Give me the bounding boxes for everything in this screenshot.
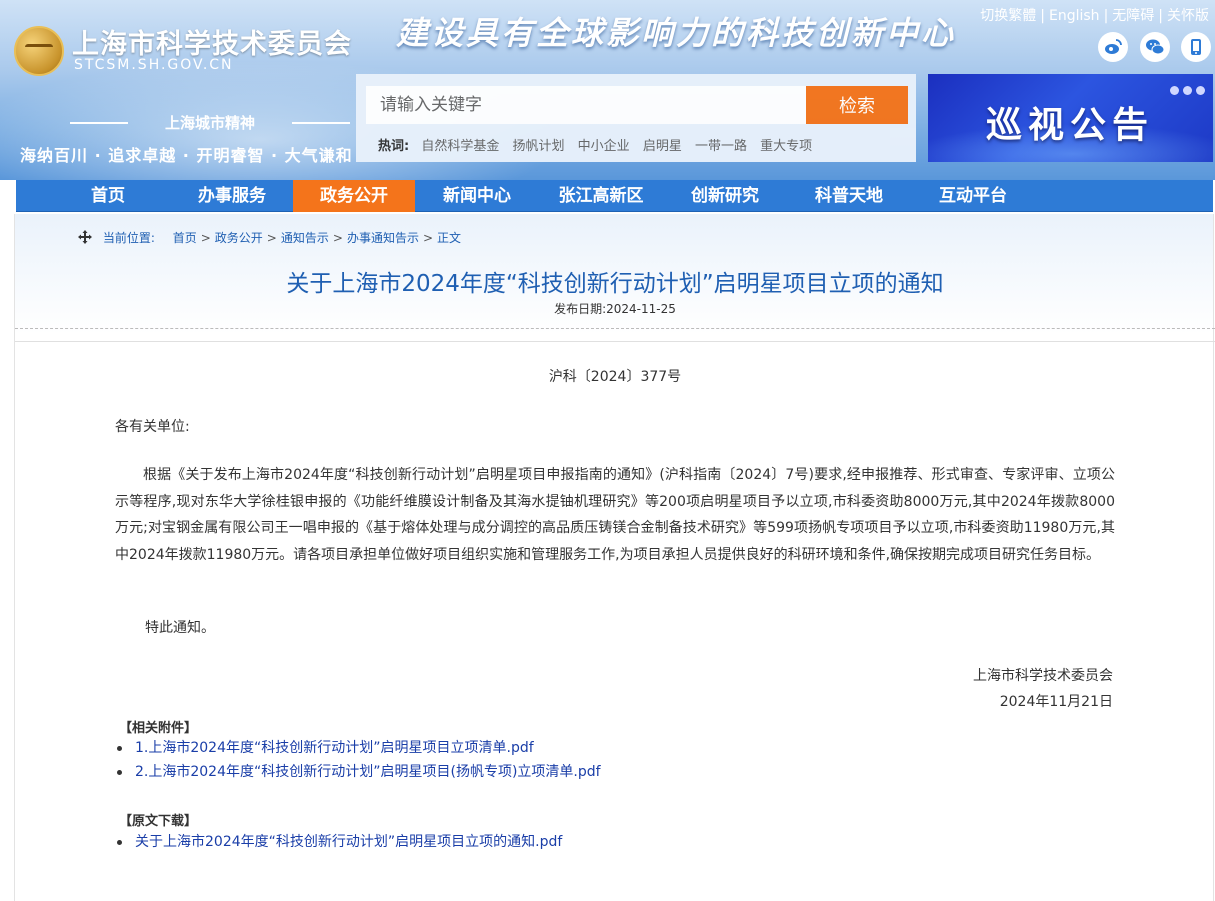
closing-remark: 特此通知。 bbox=[145, 620, 215, 636]
site-header: 上海市科学技术委员会 STCSM.SH.GOV.CN 建设具有全球影响力的科技创… bbox=[0, 0, 1215, 180]
weibo-icon[interactable] bbox=[1098, 32, 1128, 62]
signature-date: 2024年11月21日 bbox=[999, 694, 1113, 710]
attachment-link[interactable]: 2.上海市2024年度“科技创新行动计划”启明星项目(扬帆专项)立项清单.pdf bbox=[135, 764, 601, 780]
hot-words: 热词: 自然科学基金 扬帆计划 中小企业 启明星 一带一路 重大专项 bbox=[378, 135, 821, 154]
wechat-icon[interactable] bbox=[1140, 32, 1170, 62]
hot-word-item[interactable]: 重大专项 bbox=[760, 139, 812, 154]
nav-zhangjiang[interactable]: 张江高新区 bbox=[539, 180, 663, 212]
mobile-icon[interactable] bbox=[1181, 32, 1211, 62]
attachment-link[interactable]: 1.上海市2024年度“科技创新行动计划”启明星项目立项清单.pdf bbox=[135, 740, 534, 756]
breadcrumb-label: 当前位置: bbox=[102, 231, 155, 245]
signature-organization: 上海市科学技术委员会 bbox=[973, 668, 1113, 684]
document-number: 沪科〔2024〕377号 bbox=[548, 369, 682, 385]
link-english[interactable]: English bbox=[1049, 8, 1100, 24]
hot-word-item[interactable]: 中小企业 bbox=[578, 139, 630, 154]
city-spirit-text: 海纳百川 · 追求卓越 · 开明睿智 · 大气谦和 bbox=[20, 146, 353, 165]
site-domain: STCSM.SH.GOV.CN bbox=[74, 57, 234, 73]
banner-carousel-dots[interactable] bbox=[1166, 80, 1205, 99]
breadcrumb: 当前位置: 首页 > 政务公开 > 通知告示 > 办事通知告示 > 正文 bbox=[77, 229, 461, 248]
nav-science-popularization[interactable]: 科普天地 bbox=[787, 180, 911, 212]
link-accessibility[interactable]: 无障碍 bbox=[1112, 8, 1154, 24]
breadcrumb-current[interactable]: 正文 bbox=[437, 231, 461, 245]
banner-text: 巡视公告 bbox=[986, 105, 1155, 146]
breadcrumb-notices[interactable]: 通知告示 bbox=[281, 231, 329, 245]
hot-word-item[interactable]: 一带一路 bbox=[695, 139, 747, 154]
header-slogan: 建设具有全球影响力的科技创新中心 bbox=[396, 14, 957, 52]
city-spirit-title: 上海城市精神 bbox=[70, 112, 350, 133]
article-title: 关于上海市2024年度“科技创新行动计划”启明星项目立项的通知 bbox=[286, 271, 944, 297]
site-name[interactable]: 上海市科学技术委员会 bbox=[72, 22, 352, 61]
logo-emblem-icon[interactable] bbox=[14, 26, 64, 76]
publish-date: 发布日期:2024-11-25 bbox=[554, 302, 676, 316]
list-item: 2.上海市2024年度“科技创新行动计划”启明星项目(扬帆专项)立项清单.pdf bbox=[115, 760, 601, 784]
attachments-list: 1.上海市2024年度“科技创新行动计划”启明星项目立项清单.pdf 2.上海市… bbox=[115, 736, 601, 784]
hot-word-item[interactable]: 扬帆计划 bbox=[513, 139, 565, 154]
top-links: 切换繁體 | English | 无障碍 | 关怀版 bbox=[980, 8, 1209, 24]
hot-word-item[interactable]: 自然科学基金 bbox=[421, 139, 499, 154]
original-download-link[interactable]: 关于上海市2024年度“科技创新行动计划”启明星项目立项的通知.pdf bbox=[135, 834, 562, 850]
link-care-version[interactable]: 关怀版 bbox=[1167, 8, 1209, 24]
search-panel: 检索 热词: 自然科学基金 扬帆计划 中小企业 启明星 一带一路 重大专项 bbox=[356, 74, 916, 162]
hot-word-item[interactable]: 启明星 bbox=[643, 139, 682, 154]
nav-innovation-research[interactable]: 创新研究 bbox=[663, 180, 787, 212]
link-traditional-chinese[interactable]: 切换繁體 bbox=[980, 8, 1036, 24]
search-input[interactable] bbox=[366, 86, 806, 124]
attachments-heading: 【相关附件】 bbox=[119, 721, 198, 736]
nav-services[interactable]: 办事服务 bbox=[170, 180, 294, 212]
list-item: 关于上海市2024年度“科技创新行动计划”启明星项目立项的通知.pdf bbox=[115, 830, 562, 854]
inspection-notice-banner[interactable]: 巡视公告 bbox=[928, 74, 1213, 162]
list-item: 1.上海市2024年度“科技创新行动计划”启明星项目立项清单.pdf bbox=[115, 736, 601, 760]
article-container: 当前位置: 首页 > 政务公开 > 通知告示 > 办事通知告示 > 正文 关于上海市2024年度… bbox=[14, 214, 1215, 901]
main-nav: 首页 办事服务 政务公开 新闻中心 张江高新区 创新研究 科普天地 互动平台 bbox=[16, 180, 1213, 212]
divider bbox=[15, 341, 1215, 342]
breadcrumb-gov-affairs[interactable]: 政务公开 bbox=[215, 231, 263, 245]
search-button[interactable]: 检索 bbox=[806, 86, 908, 124]
nav-government-affairs[interactable]: 政务公开 bbox=[293, 180, 415, 212]
breadcrumb-home[interactable]: 首页 bbox=[173, 231, 197, 245]
move-icon bbox=[77, 229, 93, 248]
article-body: 根据《关于发布上海市2024年度“科技创新行动计划”启明星项目申报指南的通知》(… bbox=[115, 467, 1115, 563]
original-download-heading: 【原文下载】 bbox=[119, 814, 198, 829]
addressee: 各有关单位: bbox=[115, 419, 190, 435]
nav-home[interactable]: 首页 bbox=[46, 180, 170, 212]
original-download-list: 关于上海市2024年度“科技创新行动计划”启明星项目立项的通知.pdf bbox=[115, 830, 562, 854]
hot-words-label: 热词: bbox=[378, 139, 410, 154]
breadcrumb-service-notices[interactable]: 办事通知告示 bbox=[347, 231, 419, 245]
divider bbox=[15, 328, 1215, 329]
nav-news[interactable]: 新闻中心 bbox=[415, 180, 539, 212]
nav-interaction[interactable]: 互动平台 bbox=[911, 180, 1035, 212]
